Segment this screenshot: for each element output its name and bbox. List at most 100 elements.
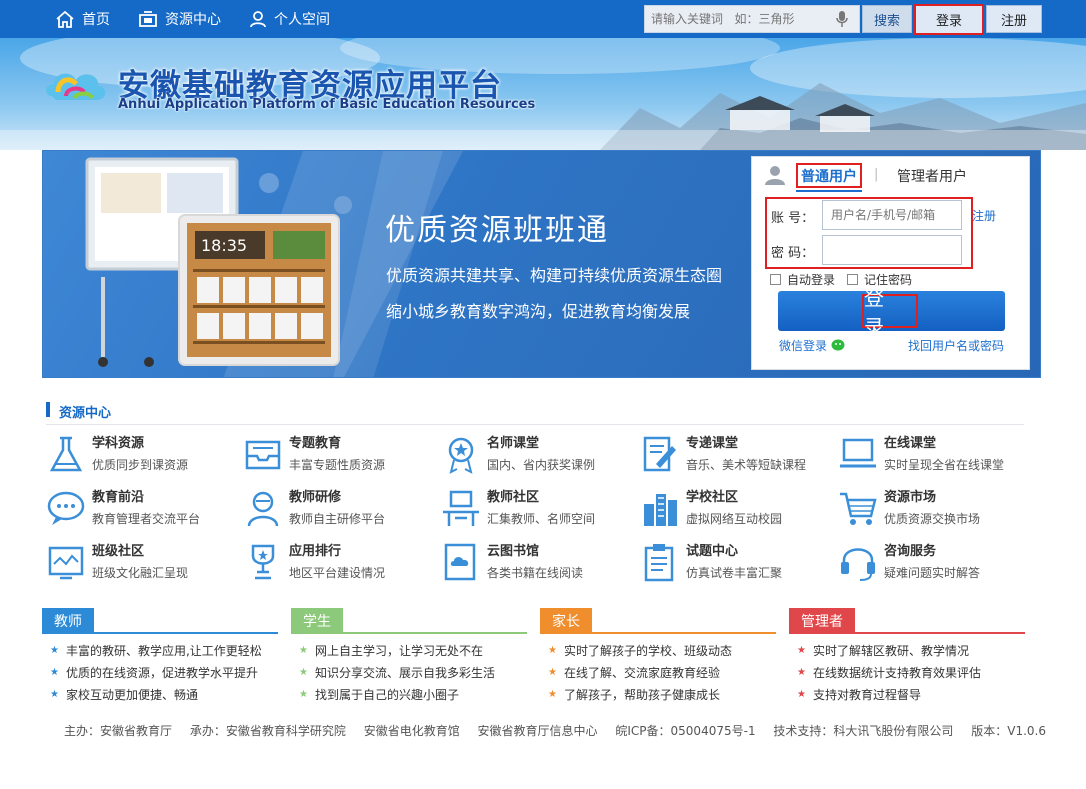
- auto-login-checkbox[interactable]: 自动登录: [770, 271, 835, 288]
- footer: 主办：安徽省教育厅 承办：安徽省教育科学研究院 安徽省电化教育馆 安徽省教育厅信…: [64, 722, 1060, 739]
- clock-readout: 18:35: [201, 236, 247, 255]
- resource-item-title: 专题教育: [289, 436, 342, 451]
- resource-item[interactable]: 试题中心 仿真试卷丰富汇聚: [640, 540, 830, 586]
- role-feature-text: 实时了解辖区教研、教学情况: [812, 644, 969, 658]
- footer-organizer: 承办：安徽省教育科学研究院: [189, 724, 346, 738]
- resource-item-description: 音乐、美术等短缺课程: [686, 458, 807, 472]
- resource-item[interactable]: 学校社区 虚拟网络互动校园: [640, 486, 830, 532]
- forgot-credentials-link[interactable]: 找回用户名或密码: [908, 337, 1004, 354]
- password-input[interactable]: [822, 235, 962, 265]
- role-underline: [42, 632, 278, 634]
- cart-icon: [840, 492, 877, 525]
- medal-icon: [448, 437, 474, 474]
- search-button[interactable]: 搜索: [862, 5, 912, 33]
- remember-password-box[interactable]: [847, 274, 858, 285]
- clipboard-icon: [644, 544, 674, 582]
- resource-item[interactable]: 名师课堂 国内、省内获奖课例: [441, 432, 631, 478]
- role-tag[interactable]: 学生: [291, 608, 343, 633]
- section-accent-bar: [46, 402, 50, 417]
- role-feature-item: ★ 在线了解、交流家庭教育经验: [548, 664, 720, 681]
- tab-admin-user[interactable]: 管理者用户: [897, 166, 967, 186]
- footer-org-3: 安徽省教育厅信息中心: [477, 724, 598, 738]
- star-icon: ★: [548, 645, 557, 656]
- resource-item[interactable]: 专递课堂音乐、美术等短缺课程: [640, 432, 830, 478]
- star-icon: ★: [797, 667, 806, 678]
- trophy-icon: [251, 544, 275, 580]
- star-icon: ★: [797, 645, 806, 656]
- resource-item-title: 名师课堂: [487, 436, 540, 451]
- nav-home[interactable]: 首页: [56, 0, 110, 38]
- role-feature-text: 在线了解、交流家庭教育经验: [563, 666, 720, 680]
- microphone-icon[interactable]: [835, 10, 849, 28]
- site-subtitle: Anhui Application Platform of Basic Educ…: [118, 97, 536, 112]
- nav-personal-space[interactable]: 个人空间: [250, 0, 330, 38]
- resource-item[interactable]: 教育前沿 教育管理者交流平台: [46, 486, 236, 532]
- buildings-icon: [644, 494, 677, 526]
- platform-logo-icon: [46, 73, 106, 100]
- nav-resource-center[interactable]: 资源中心: [139, 0, 221, 38]
- top-register-button[interactable]: 注册: [986, 5, 1042, 33]
- footer-org-2: 安徽省电化教育馆: [363, 724, 460, 738]
- search-input[interactable]: [645, 6, 835, 32]
- login-submit-label[interactable]: 登 录: [862, 286, 918, 339]
- role-underline: [540, 632, 776, 634]
- teacher-icon: [247, 491, 279, 527]
- role-tag[interactable]: 管理者: [789, 608, 855, 633]
- role-tag[interactable]: 家长: [540, 608, 592, 633]
- resource-item-description: 地区平台建设情况: [289, 566, 386, 580]
- resource-item[interactable]: 云图书馆各类书籍在线阅读: [441, 540, 631, 586]
- tab-normal-user[interactable]: 普通用户: [796, 163, 862, 188]
- resource-item-description: 班级文化融汇呈现: [92, 566, 189, 580]
- role-feature-text: 家校互动更加便捷、畅通: [65, 688, 198, 702]
- resource-item-description: 优质同步到课资源: [92, 458, 189, 472]
- resource-item-description: 仿真试卷丰富汇聚: [686, 566, 783, 580]
- role-feature-item: ★ 找到属于自己的兴趣小圈子: [299, 686, 459, 703]
- resource-item[interactable]: 学科资源 优质同步到课资源: [46, 432, 236, 478]
- auto-login-box[interactable]: [770, 274, 781, 285]
- resource-item-title: 咨询服务: [884, 544, 937, 559]
- role-feature-item: ★ 家校互动更加便捷、畅通: [50, 686, 198, 703]
- resource-item-title: 学校社区: [686, 490, 739, 505]
- tab-active-indicator: [796, 190, 862, 192]
- resource-item[interactable]: 班级社区 班级文化融汇呈现: [46, 540, 236, 586]
- resource-item-title: 应用排行: [289, 544, 342, 559]
- register-link[interactable]: 注册: [972, 207, 996, 224]
- top-login-button[interactable]: 登录: [914, 4, 984, 35]
- resource-item-description: 优质资源交换市场: [884, 512, 981, 526]
- role-feature-text: 丰富的教研、教学应用,让工作更轻松: [65, 644, 262, 658]
- resource-item-description: 各类书籍在线阅读: [487, 566, 584, 580]
- resource-item[interactable]: 咨询服务 疑难问题实时解答: [838, 540, 1028, 586]
- resource-item[interactable]: 应用排行地区平台建设情况: [243, 540, 433, 586]
- star-icon: ★: [50, 667, 59, 678]
- monitor-icon: [139, 11, 157, 27]
- role-feature-item: ★ 知识分享交流、展示自我多彩生活: [299, 664, 495, 681]
- resource-item-title: 云图书馆: [487, 544, 540, 559]
- resource-item-title: 专递课堂: [686, 436, 739, 451]
- wechat-icon: [831, 339, 845, 350]
- role-feature-text: 网上自主学习，让学习无处不在: [314, 644, 483, 658]
- role-feature-item: ★ 实时了解辖区教研、教学情况: [797, 642, 969, 659]
- nav-resource-center-label: 资源中心: [165, 12, 221, 28]
- resource-item[interactable]: 在线课堂 实时呈现全省在线课堂: [838, 432, 1028, 478]
- resource-item[interactable]: 教师社区 汇集教师、名师空间: [441, 486, 631, 532]
- account-input[interactable]: [822, 200, 962, 230]
- hero-tagline-2: 缩小城乡教育数字鸿沟，促进教育均衡发展: [386, 302, 691, 321]
- role-underline: [291, 632, 527, 634]
- resource-item[interactable]: 资源市场 优质资源交换市场: [838, 486, 1028, 532]
- role-feature-text: 找到属于自己的兴趣小圈子: [314, 688, 459, 702]
- resource-item[interactable]: 专题教育 丰富专题性质资源: [243, 432, 433, 478]
- resource-item[interactable]: 教师研修 教师自主研修平台: [243, 486, 433, 532]
- role-feature-text: 在线数据统计支持教育效果评估: [812, 666, 981, 680]
- footer-support: 技术支持：科大讯飞股份有限公司: [773, 724, 954, 738]
- footer-version: 版本：V1.0.6: [971, 724, 1046, 738]
- section-divider: [46, 424, 1024, 425]
- inbox-icon: [245, 440, 281, 470]
- nav-home-label: 首页: [82, 12, 110, 28]
- role-tag[interactable]: 教师: [42, 608, 94, 633]
- star-icon: ★: [299, 645, 308, 656]
- home-icon: [56, 10, 74, 28]
- wechat-login-link[interactable]: 微信登录: [779, 337, 847, 354]
- resource-item-description: 实时呈现全省在线课堂: [884, 458, 1005, 472]
- role-underline: [789, 632, 1025, 634]
- smartboard-illustration: 18:35: [85, 157, 340, 367]
